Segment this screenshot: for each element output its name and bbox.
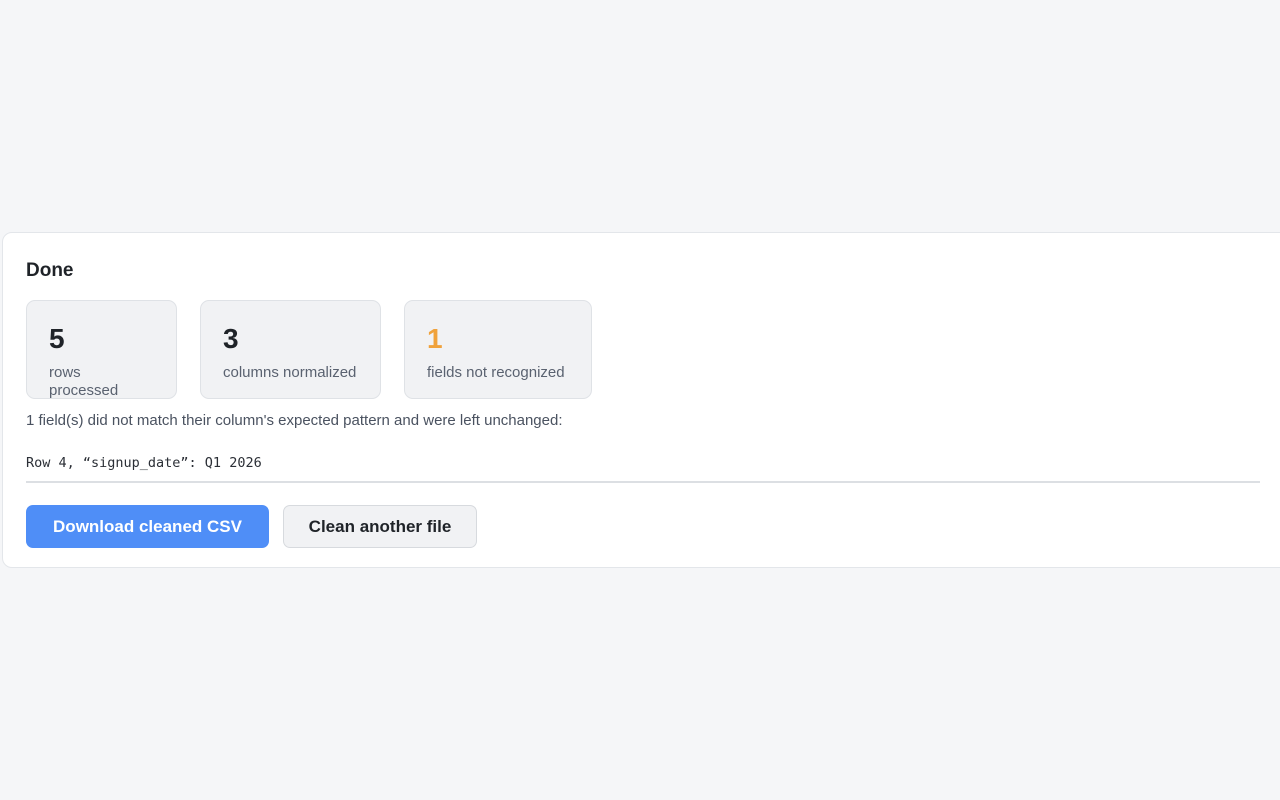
stat-columns-normalized: 3 columns normalized <box>200 300 381 399</box>
stat-value-warning: 1 <box>427 323 443 354</box>
issue-row: Row 4, “signup_date”: Q1 2026 <box>26 455 262 471</box>
result-title: Done <box>26 260 74 281</box>
stat-rows-processed: 5 rows processed <box>26 300 177 399</box>
stat-label: rows processed <box>49 364 119 399</box>
stat-label: columns normalized <box>223 364 357 381</box>
unmatched-fields-message: 1 field(s) did not match their column's … <box>26 412 563 429</box>
divider <box>26 481 1260 483</box>
stat-value: 3 <box>223 323 239 354</box>
clean-another-file-button[interactable]: Clean another file <box>283 505 477 548</box>
stat-label: fields not recognized <box>427 364 565 381</box>
result-card: Done 5 rows processed 3 columns normaliz… <box>2 232 1280 568</box>
stat-value: 5 <box>49 323 65 354</box>
download-csv-button[interactable]: Download cleaned CSV <box>26 505 269 548</box>
action-buttons: Download cleaned CSV Clean another file <box>26 505 477 548</box>
stat-fields-not-recognized: 1 fields not recognized <box>404 300 592 399</box>
stats-row: 5 rows processed 3 columns normalized 1 … <box>26 300 592 399</box>
